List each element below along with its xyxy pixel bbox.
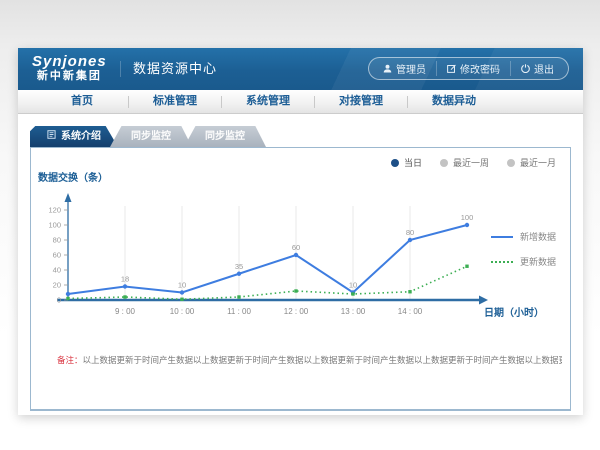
nav-item-interface-mgmt[interactable]: 对接管理 [315,90,407,113]
svg-text:100: 100 [461,213,474,222]
svg-text:120: 120 [48,206,61,215]
current-user-label: 管理员 [396,61,426,76]
nav-item-data-change[interactable]: 数据异动 [408,90,500,113]
tab-label: 系统介绍 [61,126,101,147]
legend-label: 新增数据 [520,230,556,243]
tab-bar: 系统介绍 同步监控 同步监控 [30,126,266,147]
svg-text:14 : 00: 14 : 00 [398,307,423,316]
x-axis-label: 日期（小时） [484,304,544,319]
svg-text:9 : 00: 9 : 00 [115,307,136,316]
svg-text:12 : 00: 12 : 00 [284,307,309,316]
tab-sync-monitor-1[interactable]: 同步监控 [110,126,192,147]
chart-panel: 当日 最近一周 最近一月 数据交换（条） 0204060801001209 : … [30,147,571,411]
change-password-label: 修改密码 [460,61,500,76]
user-icon [383,64,392,73]
current-user-button[interactable]: 管理员 [373,61,436,76]
footnote: 备注：以上数据更新于时间产生数据以上数据更新于时间产生数据以上数据更新于时间产生… [57,354,562,366]
svg-text:80: 80 [406,228,414,237]
svg-text:10: 10 [349,281,357,290]
footnote-label: 备注： [57,355,83,365]
svg-text:10 : 00: 10 : 00 [170,307,195,316]
line-chart: 0 20 40 60 80 100 120 9 : 00 10 : 00 11 : 00 12 : … [31,148,570,408]
power-icon [521,64,530,73]
user-toolbar: 管理员 修改密码 退出 [368,57,569,80]
logout-label: 退出 [534,61,554,76]
svg-text:35: 35 [235,262,243,271]
tab-system-intro[interactable]: 系统介绍 [30,126,118,147]
edit-icon [447,64,456,73]
svg-text:10: 10 [178,281,186,290]
app-header: Synjones 新中新集团 数据资源中心 管理员 修改密码 退出 [18,48,583,90]
footnote-text: 以上数据更新于时间产生数据以上数据更新于时间产生数据以上数据更新于时间产生数据以… [83,355,562,365]
legend-item-updated-data[interactable]: 更新数据 [491,255,556,268]
legend-label: 更新数据 [520,255,556,268]
nav-item-home[interactable]: 首页 [36,90,128,113]
legend-line-dotted-icon [491,261,513,263]
document-icon [47,126,56,147]
logo-brand-text: Synjones [32,53,107,70]
app-window: Synjones 新中新集团 数据资源中心 管理员 修改密码 退出 [18,48,583,415]
main-nav: 首页 标准管理 系统管理 对接管理 数据异动 [18,90,583,114]
svg-text:11 : 00: 11 : 00 [227,307,251,316]
svg-text:13 : 00: 13 : 00 [341,307,366,316]
svg-text:40: 40 [53,266,61,275]
svg-text:60: 60 [292,243,300,252]
page-title: 数据资源中心 [120,61,217,77]
legend-line-solid-icon [491,236,513,238]
chart-legend: 新增数据 更新数据 [491,230,556,268]
company-logo: Synjones 新中新集团 [32,53,107,83]
svg-text:80: 80 [53,236,61,245]
nav-item-system-mgmt[interactable]: 系统管理 [222,90,314,113]
legend-item-new-data[interactable]: 新增数据 [491,230,556,243]
svg-text:100: 100 [48,221,61,230]
content-area: 系统介绍 同步监控 同步监控 当日 最近一周 最近一月 数据交 [18,114,583,415]
logout-button[interactable]: 退出 [510,61,564,76]
tab-sync-monitor-2[interactable]: 同步监控 [184,126,266,147]
logo-company-name: 新中新集团 [32,70,107,83]
nav-item-standard-mgmt[interactable]: 标准管理 [129,90,221,113]
change-password-button[interactable]: 修改密码 [436,61,510,76]
svg-text:60: 60 [53,251,61,260]
svg-text:18: 18 [121,275,129,284]
svg-text:20: 20 [53,281,61,290]
svg-text:0: 0 [57,296,61,305]
